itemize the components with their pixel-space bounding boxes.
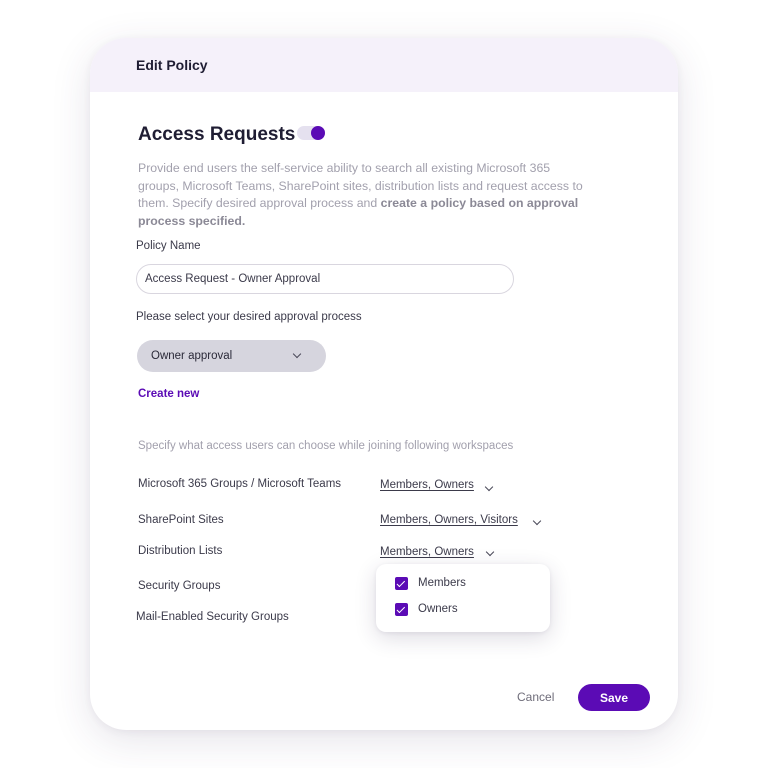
workspace-label-sharepoint-sites: SharePoint Sites — [138, 514, 224, 526]
access-options-dropdown: Members Owners — [376, 564, 550, 632]
dropdown-option-label: Members — [418, 577, 466, 589]
workspace-access-m365-groups[interactable]: Members, Owners — [380, 479, 474, 491]
policy-name-input[interactable] — [136, 264, 514, 294]
access-requests-toggle[interactable] — [297, 126, 325, 140]
chevron-down-icon[interactable] — [484, 482, 494, 492]
checkbox-checked-icon[interactable] — [395, 577, 408, 590]
dialog-title: Edit Policy — [136, 57, 208, 73]
section-title: Access Requests — [138, 124, 296, 145]
dialog-header: Edit Policy — [90, 38, 678, 92]
edit-policy-dialog: Edit Policy Access Requests Provide end … — [90, 38, 678, 730]
policy-name-label: Policy Name — [136, 240, 201, 252]
cancel-button[interactable]: Cancel — [517, 690, 554, 704]
create-new-link[interactable]: Create new — [138, 388, 199, 400]
approval-process-select[interactable]: Owner approval — [137, 340, 326, 372]
workspace-label-mail-enabled-security-groups: Mail-Enabled Security Groups — [136, 611, 289, 623]
workspace-label-distribution-lists: Distribution Lists — [138, 545, 223, 557]
chevron-down-icon — [292, 349, 302, 359]
chevron-down-icon[interactable] — [485, 547, 495, 557]
approval-process-label: Please select your desired approval proc… — [136, 311, 362, 323]
dropdown-option-label: Owners — [418, 603, 458, 615]
workspace-access-distribution-lists[interactable]: Members, Owners — [380, 546, 474, 558]
workspace-label-m365-groups: Microsoft 365 Groups / Microsoft Teams — [138, 478, 342, 490]
workspace-access-sharepoint-sites[interactable]: Members, Owners, Visitors — [380, 514, 518, 526]
workspaces-description: Specify what access users can choose whi… — [138, 440, 514, 452]
chevron-down-icon[interactable] — [532, 516, 542, 526]
toggle-knob — [311, 126, 325, 140]
workspace-label-security-groups: Security Groups — [138, 580, 221, 592]
section-description: Provide end users the self-service abili… — [138, 160, 583, 230]
approval-process-value: Owner approval — [151, 350, 233, 362]
checkbox-checked-icon[interactable] — [395, 603, 408, 616]
save-button[interactable]: Save — [578, 684, 650, 711]
